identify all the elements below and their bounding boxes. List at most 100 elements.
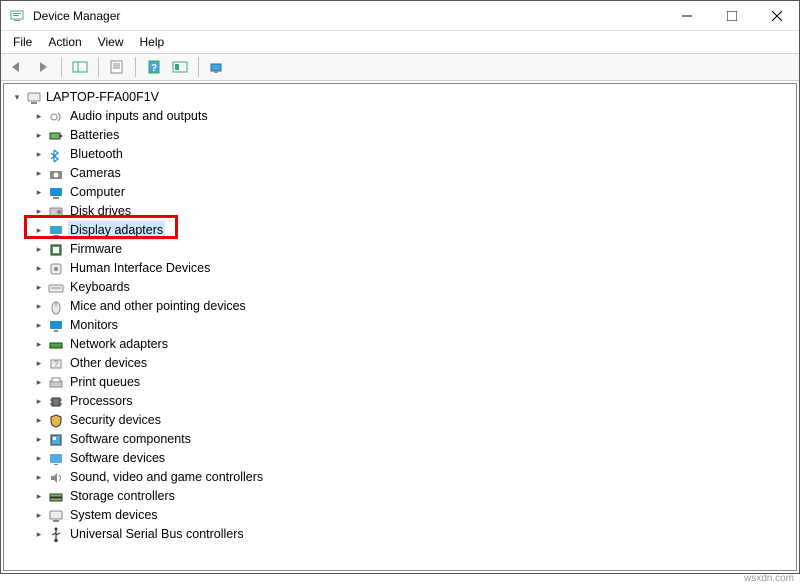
tree-node-label: Display adapters bbox=[68, 221, 165, 240]
expander-icon[interactable]: ▸ bbox=[32, 240, 46, 259]
tree-node-label: Cameras bbox=[68, 164, 123, 183]
window-title: Device Manager bbox=[33, 9, 664, 23]
expander-icon[interactable]: ▸ bbox=[32, 164, 46, 183]
tree-node-software-devices[interactable]: ▸ Software devices bbox=[4, 449, 796, 468]
forward-button[interactable] bbox=[31, 55, 55, 79]
tree-node-storage-controllers[interactable]: ▸Storage controllers bbox=[4, 487, 796, 506]
tree-node-label: Print queues bbox=[68, 373, 142, 392]
properties-button[interactable] bbox=[105, 55, 129, 79]
menu-action[interactable]: Action bbox=[40, 33, 89, 51]
tree-node-audio-inputs-and-outputs[interactable]: ▸Audio inputs and outputs bbox=[4, 107, 796, 126]
expander-icon[interactable]: ▸ bbox=[32, 449, 46, 468]
tree-node-computer[interactable]: ▸ Computer bbox=[4, 183, 796, 202]
tree-node-security-devices[interactable]: ▸ Security devices bbox=[4, 411, 796, 430]
expander-icon[interactable]: ▸ bbox=[32, 373, 46, 392]
separator-icon bbox=[135, 57, 136, 77]
tree-node-label: Processors bbox=[68, 392, 135, 411]
tree-node-disk-drives[interactable]: ▸ Disk drives bbox=[4, 202, 796, 221]
tree-root[interactable]: ▾LAPTOP-FFA00F1V bbox=[4, 88, 796, 107]
expander-icon[interactable]: ▸ bbox=[32, 354, 46, 373]
tree-node-label: Security devices bbox=[68, 411, 163, 430]
close-button[interactable] bbox=[754, 1, 799, 31]
expander-icon[interactable]: ▸ bbox=[32, 487, 46, 506]
tree-node-label: Disk drives bbox=[68, 202, 133, 221]
device-icon bbox=[48, 489, 64, 505]
device-icon bbox=[48, 527, 64, 543]
tree-panel[interactable]: ▾LAPTOP-FFA00F1V▸Audio inputs and output… bbox=[3, 83, 797, 571]
tree-node-system-devices[interactable]: ▸System devices bbox=[4, 506, 796, 525]
tree-node-universal-serial-bus-controllers[interactable]: ▸Universal Serial Bus controllers bbox=[4, 525, 796, 544]
expander-icon[interactable]: ▾ bbox=[10, 88, 24, 107]
help-button[interactable]: ? bbox=[142, 55, 166, 79]
device-icon bbox=[48, 375, 64, 391]
expander-icon[interactable]: ▸ bbox=[32, 316, 46, 335]
back-button[interactable] bbox=[5, 55, 29, 79]
maximize-button[interactable] bbox=[709, 1, 754, 31]
separator-icon bbox=[198, 57, 199, 77]
expander-icon[interactable]: ▸ bbox=[32, 202, 46, 221]
tree-node-processors[interactable]: ▸ Processors bbox=[4, 392, 796, 411]
expander-icon[interactable]: ▸ bbox=[32, 411, 46, 430]
expander-icon[interactable]: ▸ bbox=[32, 183, 46, 202]
tree-node-label: Network adapters bbox=[68, 335, 170, 354]
device-icon bbox=[48, 394, 64, 410]
tree-node-batteries[interactable]: ▸Batteries bbox=[4, 126, 796, 145]
expander-icon[interactable]: ▸ bbox=[32, 392, 46, 411]
device-icon bbox=[48, 280, 64, 296]
expander-icon[interactable]: ▸ bbox=[32, 126, 46, 145]
tree-node-label: Monitors bbox=[68, 316, 120, 335]
menu-help[interactable]: Help bbox=[132, 33, 173, 51]
titlebar: Device Manager bbox=[1, 1, 799, 31]
device-icon bbox=[48, 185, 64, 201]
tree-node-label: Human Interface Devices bbox=[68, 259, 212, 278]
device-icon bbox=[48, 128, 64, 144]
scan-hardware-button[interactable] bbox=[168, 55, 192, 79]
tree-node-firmware[interactable]: ▸ Firmware bbox=[4, 240, 796, 259]
expander-icon[interactable]: ▸ bbox=[32, 525, 46, 544]
expander-icon[interactable]: ▸ bbox=[32, 145, 46, 164]
app-icon bbox=[9, 8, 25, 24]
tree-node-label: Computer bbox=[68, 183, 127, 202]
tree-node-sound-video-and-game-controllers[interactable]: ▸ Sound, video and game controllers bbox=[4, 468, 796, 487]
tree-node-label: Keyboards bbox=[68, 278, 132, 297]
device-icon bbox=[48, 147, 64, 163]
show-hide-tree-button[interactable] bbox=[68, 55, 92, 79]
tree-node-label: Other devices bbox=[68, 354, 149, 373]
tree-node-bluetooth[interactable]: ▸ Bluetooth bbox=[4, 145, 796, 164]
expander-icon[interactable]: ▸ bbox=[32, 468, 46, 487]
tree-node-keyboards[interactable]: ▸ Keyboards bbox=[4, 278, 796, 297]
menu-file[interactable]: File bbox=[5, 33, 40, 51]
tree-node-mice-and-other-pointing-devices[interactable]: ▸Mice and other pointing devices bbox=[4, 297, 796, 316]
device-icon bbox=[48, 432, 64, 448]
separator-icon bbox=[61, 57, 62, 77]
tree-node-label: Firmware bbox=[68, 240, 124, 259]
expander-icon[interactable]: ▸ bbox=[32, 221, 46, 240]
expander-icon[interactable]: ▸ bbox=[32, 107, 46, 126]
update-driver-button[interactable] bbox=[205, 55, 229, 79]
menu-view[interactable]: View bbox=[90, 33, 132, 51]
expander-icon[interactable]: ▸ bbox=[32, 506, 46, 525]
expander-icon[interactable]: ▸ bbox=[32, 335, 46, 354]
tree-node-label: Sound, video and game controllers bbox=[68, 468, 265, 487]
tree-node-label: Software components bbox=[68, 430, 193, 449]
tree-node-other-devices[interactable]: ▸?Other devices bbox=[4, 354, 796, 373]
tree-node-software-components[interactable]: ▸ Software components bbox=[4, 430, 796, 449]
tree-node-monitors[interactable]: ▸ Monitors bbox=[4, 316, 796, 335]
minimize-button[interactable] bbox=[664, 1, 709, 31]
tree-node-print-queues[interactable]: ▸ Print queues bbox=[4, 373, 796, 392]
tree-node-cameras[interactable]: ▸ Cameras bbox=[4, 164, 796, 183]
device-icon: ? bbox=[48, 356, 64, 372]
computer-icon bbox=[26, 90, 42, 106]
device-icon bbox=[48, 508, 64, 524]
tree-node-human-interface-devices[interactable]: ▸ Human Interface Devices bbox=[4, 259, 796, 278]
device-icon bbox=[48, 413, 64, 429]
expander-icon[interactable]: ▸ bbox=[32, 430, 46, 449]
expander-icon[interactable]: ▸ bbox=[32, 278, 46, 297]
tree-node-network-adapters[interactable]: ▸ Network adapters bbox=[4, 335, 796, 354]
expander-icon[interactable]: ▸ bbox=[32, 259, 46, 278]
device-manager-window: Device Manager File Action View Help ? ▾… bbox=[0, 0, 800, 574]
tree-node-display-adapters[interactable]: ▸ Display adapters bbox=[4, 221, 796, 240]
tree-node-label: Software devices bbox=[68, 449, 167, 468]
tree-node-label: Bluetooth bbox=[68, 145, 125, 164]
expander-icon[interactable]: ▸ bbox=[32, 297, 46, 316]
